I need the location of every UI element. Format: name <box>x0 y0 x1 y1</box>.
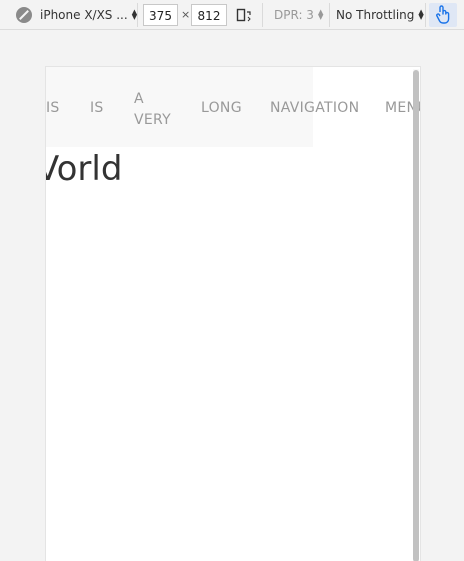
toolbar-separator <box>329 3 330 27</box>
toolbar-separator <box>262 3 263 27</box>
touch-toggle-button[interactable] <box>429 3 457 27</box>
rotate-device-icon[interactable] <box>236 8 252 22</box>
height-input[interactable]: 812 <box>191 4 227 26</box>
touch-icon <box>436 5 450 24</box>
dpr-select[interactable]: DPR: 3 ▲ ▼ <box>274 0 323 29</box>
device-select[interactable]: iPhone X/XS ... ▲ ▼ <box>40 0 137 29</box>
nav-item[interactable]: NAVIGATION <box>270 100 359 116</box>
dpr-label: DPR: 3 <box>274 7 314 22</box>
device-select-label: iPhone X/XS ... <box>40 7 128 22</box>
toolbar-separator <box>137 3 138 27</box>
throttling-select[interactable]: No Throttling ▲ ▼ <box>336 0 424 29</box>
device-viewport: IS IS A VERY LONG NAVIGATION MENU Vorld <box>45 66 421 561</box>
times-symbol: × <box>181 8 191 21</box>
no-geolocation-icon[interactable] <box>16 7 32 23</box>
throttling-label: No Throttling <box>336 7 415 22</box>
toolbar-separator <box>425 3 426 27</box>
page-heading: Vorld <box>46 149 123 189</box>
width-input[interactable]: 375 <box>143 4 178 26</box>
nav-item[interactable]: LONG <box>201 100 242 116</box>
nav-item[interactable]: IS <box>46 100 60 116</box>
select-arrows-icon: ▲ ▼ <box>418 7 424 21</box>
select-arrows-icon: ▲ ▼ <box>317 7 324 21</box>
nav-item[interactable]: A VERY <box>134 89 171 131</box>
scrollbar-thumb[interactable] <box>413 70 419 561</box>
nav-item[interactable]: IS <box>90 100 104 116</box>
device-toolbar: iPhone X/XS ... ▲ ▼ 375 × 812 DPR: 3 ▲ ▼ N… <box>0 0 464 30</box>
